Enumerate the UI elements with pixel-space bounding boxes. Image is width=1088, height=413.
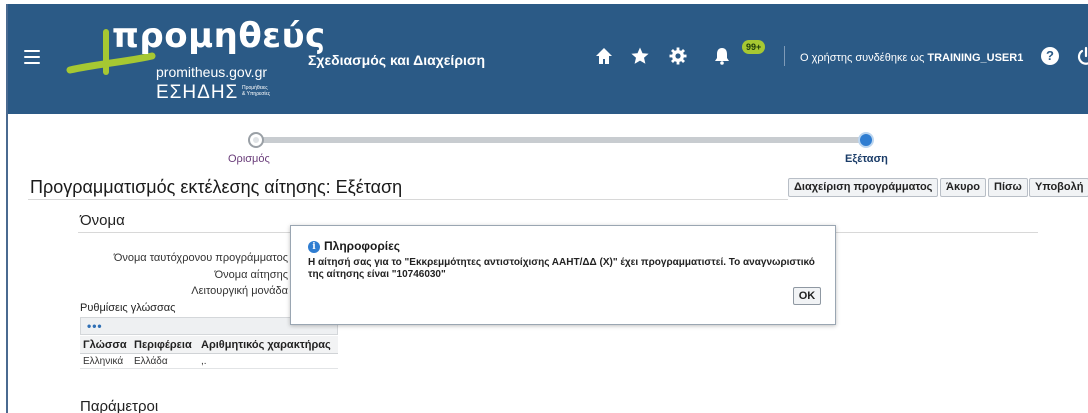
- home-icon[interactable]: [594, 46, 614, 66]
- language-table-header: Γλώσσα Περιφέρεια Αριθμητικός χαρακτήρας: [80, 336, 338, 354]
- logo-system: ΕΣΗΔΗΣ: [156, 82, 239, 103]
- dialog-message: Η αίτησή σας για το "Εκκρεμμότητες αντισ…: [308, 257, 815, 280]
- logo-word: προμηθεύς: [112, 16, 326, 56]
- train-step-define-node[interactable]: [248, 132, 264, 148]
- info-icon: i: [308, 241, 320, 253]
- concurrent-program-label: Όνομα ταυτόχρονου προγράμματος: [113, 252, 288, 264]
- train-step-review-label: Εξέταση: [845, 153, 888, 165]
- header-divider: [784, 46, 785, 66]
- language-settings-heading: Ρυθμίσεις γλώσσας: [80, 302, 176, 314]
- app-title: Σχεδιασμός και Διαχείριση: [308, 52, 485, 68]
- user-name: TRAINING_USER1: [927, 52, 1024, 64]
- table-row[interactable]: Ελληνικά Ελλάδα ,.: [80, 355, 338, 369]
- column-header-language[interactable]: Γλώσσα: [83, 339, 127, 351]
- cell-language: Ελληνικά: [83, 356, 124, 367]
- cell-territory: Ελλάδα: [134, 356, 168, 367]
- column-header-territory[interactable]: Περιφέρεια: [134, 339, 192, 351]
- notification-badge[interactable]: 99+: [742, 40, 766, 54]
- information-dialog: i Πληροφορίες Η αίτησή σας για το "Εκκρε…: [290, 225, 836, 325]
- app-header: προμηθεύς promitheus.gov.gr ΕΣΗΔΗΣ Προμή…: [8, 4, 1088, 114]
- bell-icon[interactable]: [712, 46, 732, 66]
- page-title: Προγραμματισμός εκτέλεσης αίτησης: Εξέτα…: [30, 177, 403, 197]
- logo-tagline: Προμήθειες & Υπηρεσίες: [242, 85, 270, 97]
- manage-schedule-button[interactable]: Διαχείριση προγράμματος: [788, 178, 939, 197]
- cancel-button[interactable]: Άκυρο: [940, 178, 987, 197]
- hamburger-icon[interactable]: [24, 50, 40, 64]
- user-prefix: Ο χρήστης συνδέθηκε ως: [800, 52, 925, 64]
- train-track: [256, 137, 866, 143]
- train-step-define-label[interactable]: Ορισμός: [228, 153, 270, 165]
- promitheus-logo[interactable]: προμηθεύς promitheus.gov.gr ΕΣΗΔΗΣ Προμή…: [66, 10, 325, 110]
- ok-button[interactable]: OK: [793, 287, 821, 305]
- operating-unit-label: Λειτουργική μονάδα: [191, 285, 288, 297]
- power-icon[interactable]: [1076, 46, 1088, 66]
- name-section-heading: Όνομα: [80, 212, 125, 229]
- parameters-section-heading: Παράμετροι: [80, 398, 159, 413]
- request-name-label: Όνομα αίτησης: [214, 269, 288, 281]
- train-step-review-node: [858, 132, 874, 148]
- star-icon[interactable]: [630, 46, 650, 66]
- user-info: Ο χρήστης συνδέθηκε ως TRAINING_USER1: [800, 52, 1023, 64]
- cell-numeric-char: ,.: [201, 356, 207, 367]
- submit-button[interactable]: Υποβολή: [1029, 178, 1088, 197]
- logo-tagline-2: & Υπηρεσίες: [242, 91, 271, 97]
- page-title-divider: [28, 199, 788, 200]
- logo-site: promitheus.gov.gr: [156, 64, 268, 80]
- back-button[interactable]: Πίσω: [988, 178, 1028, 197]
- help-icon[interactable]: ?: [1041, 47, 1059, 65]
- gear-icon[interactable]: [668, 46, 688, 66]
- more-actions-icon[interactable]: •••: [87, 319, 103, 333]
- column-header-numeric-char[interactable]: Αριθμητικός χαρακτήρας: [201, 339, 331, 351]
- dialog-title: Πληροφορίες: [324, 239, 401, 253]
